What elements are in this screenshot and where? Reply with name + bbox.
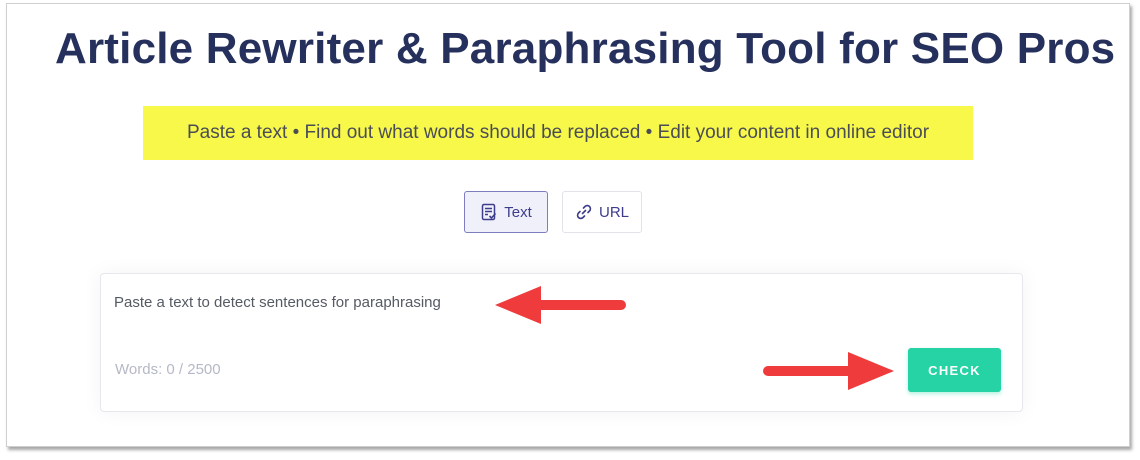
page-frame: Article Rewriter & Paraphrasing Tool for… xyxy=(6,3,1130,447)
word-count: Words: 0 / 2500 xyxy=(115,361,221,378)
editor-card: Words: 0 / 2500 CHECK xyxy=(100,273,1023,412)
tab-url-label: URL xyxy=(598,203,629,221)
tab-url[interactable]: URL xyxy=(562,191,642,233)
tab-text[interactable]: Text xyxy=(464,191,548,233)
document-check-icon xyxy=(480,203,498,221)
check-button[interactable]: CHECK xyxy=(908,348,1001,392)
tab-text-label: Text xyxy=(504,203,532,221)
link-icon xyxy=(575,203,593,221)
subtitle-highlight: Paste a text • Find out what words shoul… xyxy=(143,106,973,160)
page-title: Article Rewriter & Paraphrasing Tool for… xyxy=(55,24,1116,73)
subtitle-text: Paste a text • Find out what words shoul… xyxy=(186,122,930,143)
text-input[interactable] xyxy=(114,288,834,316)
